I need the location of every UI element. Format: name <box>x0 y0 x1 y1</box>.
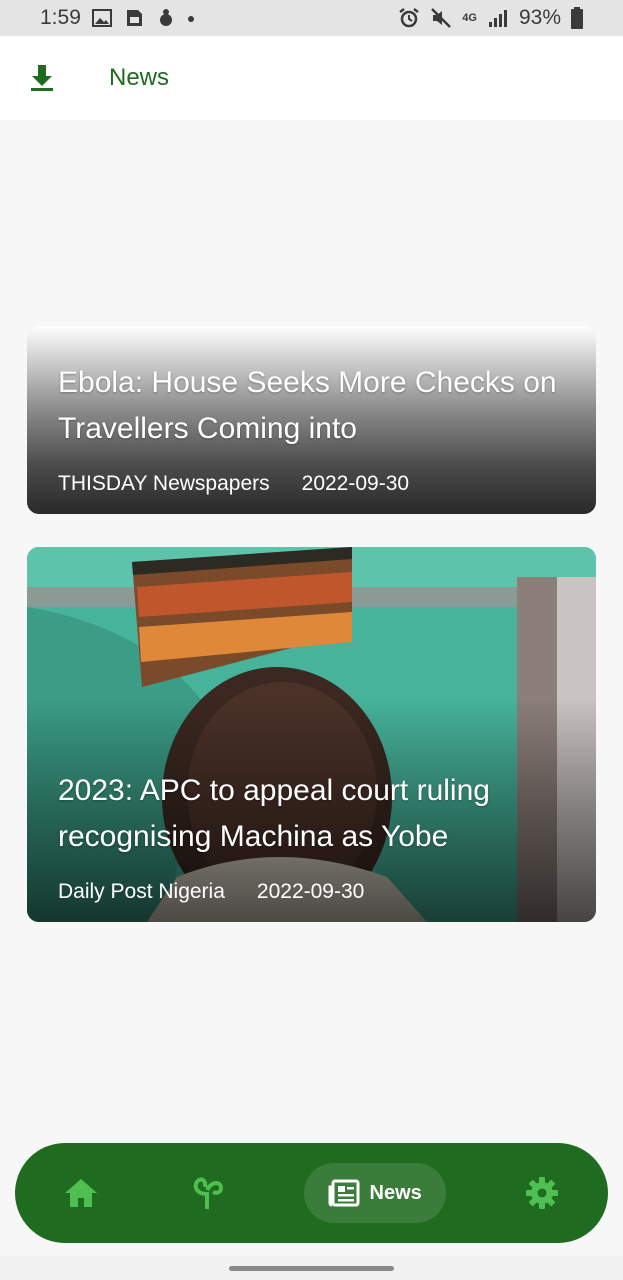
app-bar: News <box>0 36 623 120</box>
news-card-meta: Daily Post Nigeria 2022-09-30 <box>58 880 576 904</box>
plant-icon <box>193 1177 224 1209</box>
news-card[interactable]: Ebola: House Seeks More Checks on Travel… <box>27 326 596 514</box>
nav-news[interactable]: News <box>303 1163 446 1223</box>
alarm-icon <box>398 7 420 29</box>
mute-icon <box>430 7 452 29</box>
news-card-title: Ebola: House Seeks More Checks on Travel… <box>58 366 557 445</box>
news-card-source: Daily Post Nigeria <box>58 880 225 903</box>
status-bar: 1:59 ● 4G 93% <box>0 0 623 36</box>
news-card-content: Ebola: House Seeks More Checks on Travel… <box>58 360 576 496</box>
news-card[interactable]: 2023: APC to appeal court ruling recogni… <box>27 547 596 922</box>
nav-home[interactable] <box>51 1163 111 1223</box>
home-icon <box>65 1179 97 1207</box>
bottom-navigation: News <box>15 1143 608 1243</box>
bug-icon <box>155 7 177 29</box>
news-card-meta: THISDAY Newspapers 2022-09-30 <box>58 472 576 496</box>
sim-card-icon <box>123 7 145 29</box>
page-title: News <box>109 64 170 91</box>
home-indicator[interactable] <box>229 1266 394 1271</box>
status-left: 1:59 ● <box>40 6 195 30</box>
newspaper-icon <box>328 1179 359 1207</box>
nav-settings[interactable] <box>512 1163 572 1223</box>
news-card-source: THISDAY Newspapers <box>58 472 270 495</box>
download-icon <box>31 65 53 91</box>
download-button[interactable] <box>0 36 84 120</box>
news-card-date: 2022-09-30 <box>256 880 365 903</box>
nav-news-label: News <box>369 1181 422 1204</box>
status-time: 1:59 <box>40 6 81 29</box>
news-card-title: 2023: APC to appeal court ruling recogni… <box>58 774 490 853</box>
nav-plant[interactable] <box>177 1163 237 1223</box>
signal-icon <box>487 7 509 29</box>
dot-icon: ● <box>186 10 196 26</box>
news-card-content: 2023: APC to appeal court ruling recogni… <box>58 768 576 904</box>
news-card-date: 2022-09-30 <box>301 472 410 495</box>
gallery-icon <box>91 7 113 29</box>
battery-percent: 93% <box>518 6 561 29</box>
battery-icon <box>571 7 583 29</box>
network-4g-icon: 4G <box>462 12 477 24</box>
gear-icon <box>526 1177 558 1209</box>
status-right: 4G 93% <box>398 6 583 30</box>
